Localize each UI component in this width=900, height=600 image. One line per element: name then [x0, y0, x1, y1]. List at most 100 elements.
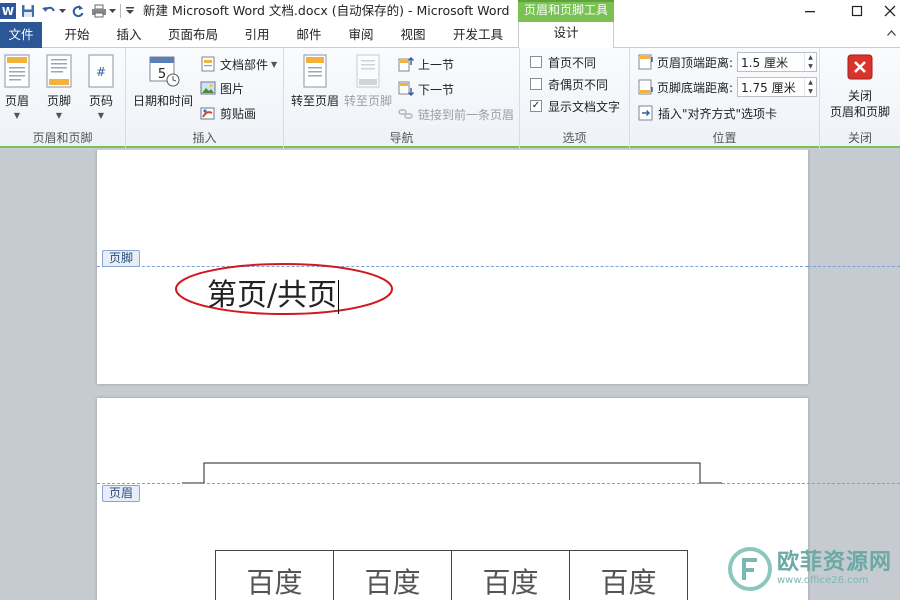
prev-section-button[interactable]: 上一节 [398, 54, 454, 74]
footer-button-label: 页脚 [46, 94, 71, 108]
footer-bottom-distance-label: 页脚底端距离: [657, 80, 734, 95]
doc-parts-dropdown-icon: ▼ [271, 59, 278, 69]
picture-button[interactable]: 图片 [200, 78, 244, 98]
tab-insert[interactable]: 插入 [104, 24, 154, 48]
first-page-different-checkbox[interactable]: 首页不同 [530, 52, 596, 72]
tab-file[interactable]: 文件 [0, 22, 42, 48]
odd-even-checkbox-box[interactable] [530, 78, 542, 90]
first-page-checkbox-box[interactable] [530, 56, 542, 68]
tab-page-layout[interactable]: 页面布局 [160, 24, 226, 48]
show-text-checkbox-box[interactable]: ✓ [530, 100, 542, 112]
minimize-icon[interactable] [790, 0, 830, 22]
link-icon [398, 106, 414, 122]
goto-footer-icon [353, 54, 383, 88]
watermark-name: 欧菲资源网 [776, 550, 892, 575]
doc-parts-label: 文档部件 [220, 57, 269, 72]
content-table[interactable]: 百度 百度 百度 百度 [215, 550, 688, 600]
undo-icon[interactable] [40, 2, 58, 20]
tab-mailings[interactable]: 邮件 [284, 24, 334, 48]
spin-down-icon[interactable]: ▼ [805, 87, 816, 96]
undo-dropdown-icon[interactable] [58, 2, 66, 20]
tab-references[interactable]: 引用 [232, 24, 282, 48]
spin-up-icon[interactable]: ▲ [805, 53, 816, 62]
page-number-button[interactable]: # 页码 ▼ [80, 54, 122, 120]
prev-section-icon [398, 56, 414, 72]
insert-alignment-tab-label: 插入"对齐方式"选项卡 [658, 106, 778, 121]
footer-tag: 页脚 [102, 250, 141, 267]
insert-alignment-tab-button[interactable]: 插入"对齐方式"选项卡 [638, 103, 777, 123]
tab-view[interactable]: 视图 [388, 24, 438, 48]
tab-design[interactable]: 设计 [518, 22, 614, 49]
print-dropdown-icon[interactable] [108, 2, 116, 20]
text-caret [338, 280, 340, 314]
goto-header-icon [300, 54, 330, 88]
save-icon[interactable] [19, 2, 37, 20]
goto-header-button[interactable]: 转至页眉 [290, 54, 340, 109]
header-top-distance-value: 1.5 厘米 [741, 55, 788, 70]
watermark-text: 欧菲资源网 www.office26.com [777, 551, 892, 587]
spin-up-icon[interactable]: ▲ [805, 78, 816, 87]
link-to-previous-button[interactable]: 链接到前一条页眉 [398, 104, 514, 124]
table-cell[interactable]: 百度 [451, 550, 570, 600]
prev-section-label: 上一节 [418, 57, 455, 72]
odd-even-different-checkbox[interactable]: 奇偶页不同 [530, 74, 608, 94]
print-icon[interactable] [90, 2, 108, 20]
footer-bottom-distance-input[interactable]: 1.75 厘米 ▲ ▼ [737, 77, 818, 97]
picture-label: 图片 [220, 81, 245, 96]
show-document-text-label: 显示文档文字 [548, 99, 621, 114]
doc-parts-button[interactable]: 文档部件 ▼ [200, 54, 277, 74]
header-boundary-line [97, 483, 900, 484]
picture-icon [200, 80, 216, 96]
table-cell[interactable]: 百度 [569, 550, 688, 600]
svg-text:#: # [96, 65, 106, 79]
goto-footer-button[interactable]: 转至页脚 [342, 54, 394, 109]
redo-icon[interactable] [69, 2, 87, 20]
header-top-distance-input[interactable]: 1.5 厘米 ▲ ▼ [737, 52, 818, 72]
group-header-footer: 页眉 ▼ 页脚 ▼ # 页码 ▼ 页眉和页脚 [0, 48, 126, 148]
next-section-button[interactable]: 下一节 [398, 79, 454, 99]
maximize-icon[interactable] [837, 0, 877, 22]
close-window-icon[interactable] [880, 0, 900, 22]
group-label-options: 选项 [562, 131, 587, 145]
page-number-dropdown-icon: ▼ [97, 111, 105, 120]
footer-bottom-distance-row: 页脚底端距离: 1.75 厘米 ▲ ▼ [638, 76, 818, 98]
header-top-spinner[interactable]: ▲ ▼ [804, 53, 816, 71]
footer-bottom-spinner[interactable]: ▲ ▼ [804, 78, 816, 96]
footer-icon [44, 54, 74, 88]
word-app-icon[interactable]: W [0, 3, 16, 19]
close-label-line2: 页眉和页脚 [829, 105, 890, 119]
first-page-different-label: 首页不同 [548, 55, 597, 70]
tab-developer[interactable]: 开发工具 [444, 24, 512, 48]
spin-down-icon[interactable]: ▼ [805, 62, 816, 71]
goto-footer-label: 转至页脚 [343, 94, 392, 108]
header-dropdown-icon: ▼ [13, 111, 21, 120]
date-time-button[interactable]: 5 日期和时间 [132, 54, 194, 109]
group-insert: 5 日期和时间 文档部件 ▼ 图片 剪贴画 插入 [126, 48, 284, 148]
footer-text-field[interactable]: 第页/共页 [207, 270, 340, 314]
header-top-distance-row: 页眉顶端距离: 1.5 厘米 ▲ ▼ [638, 51, 818, 73]
header-button-label: 页眉 [4, 94, 29, 108]
group-position: 页眉顶端距离: 1.5 厘米 ▲ ▼ 页脚底端距离: 1.75 厘米 ▲ ▼ 插入"… [630, 48, 820, 148]
watermark: 欧菲资源网 www.office26.com [727, 546, 892, 592]
customize-toolbar-icon[interactable] [125, 2, 135, 20]
document-area[interactable]: 页脚 第页/共页 页眉 百度 百度 百度 百度 欧菲资源网 www.office… [0, 150, 900, 600]
close-header-footer-button[interactable]: 关闭 页眉和页脚 [822, 54, 898, 120]
close-label-line1: 关闭 [847, 89, 872, 103]
next-section-icon [398, 81, 414, 97]
tab-home[interactable]: 开始 [52, 24, 102, 48]
header-border-line [182, 462, 722, 484]
table-cell[interactable]: 百度 [333, 550, 452, 600]
tab-review[interactable]: 审阅 [336, 24, 386, 48]
show-document-text-checkbox[interactable]: ✓ 显示文档文字 [530, 96, 620, 116]
header-button[interactable]: 页眉 ▼ [0, 54, 38, 120]
group-options: 首页不同 奇偶页不同 ✓ 显示文档文字 选项 [520, 48, 630, 148]
minimize-ribbon-icon[interactable] [887, 28, 896, 39]
clipart-button[interactable]: 剪贴画 [200, 103, 256, 123]
quick-access-toolbar: W [0, 0, 135, 22]
table-row: 百度 百度 百度 百度 [215, 550, 688, 600]
footer-dropdown-icon: ▼ [55, 111, 63, 120]
table-cell[interactable]: 百度 [215, 550, 334, 600]
footer-button[interactable]: 页脚 ▼ [38, 54, 80, 120]
ribbon: 页眉 ▼ 页脚 ▼ # 页码 ▼ 页眉和页脚 5 日期和时间 文档部件 ▼ 图片… [0, 48, 900, 148]
group-label-insert: 插入 [192, 131, 217, 145]
